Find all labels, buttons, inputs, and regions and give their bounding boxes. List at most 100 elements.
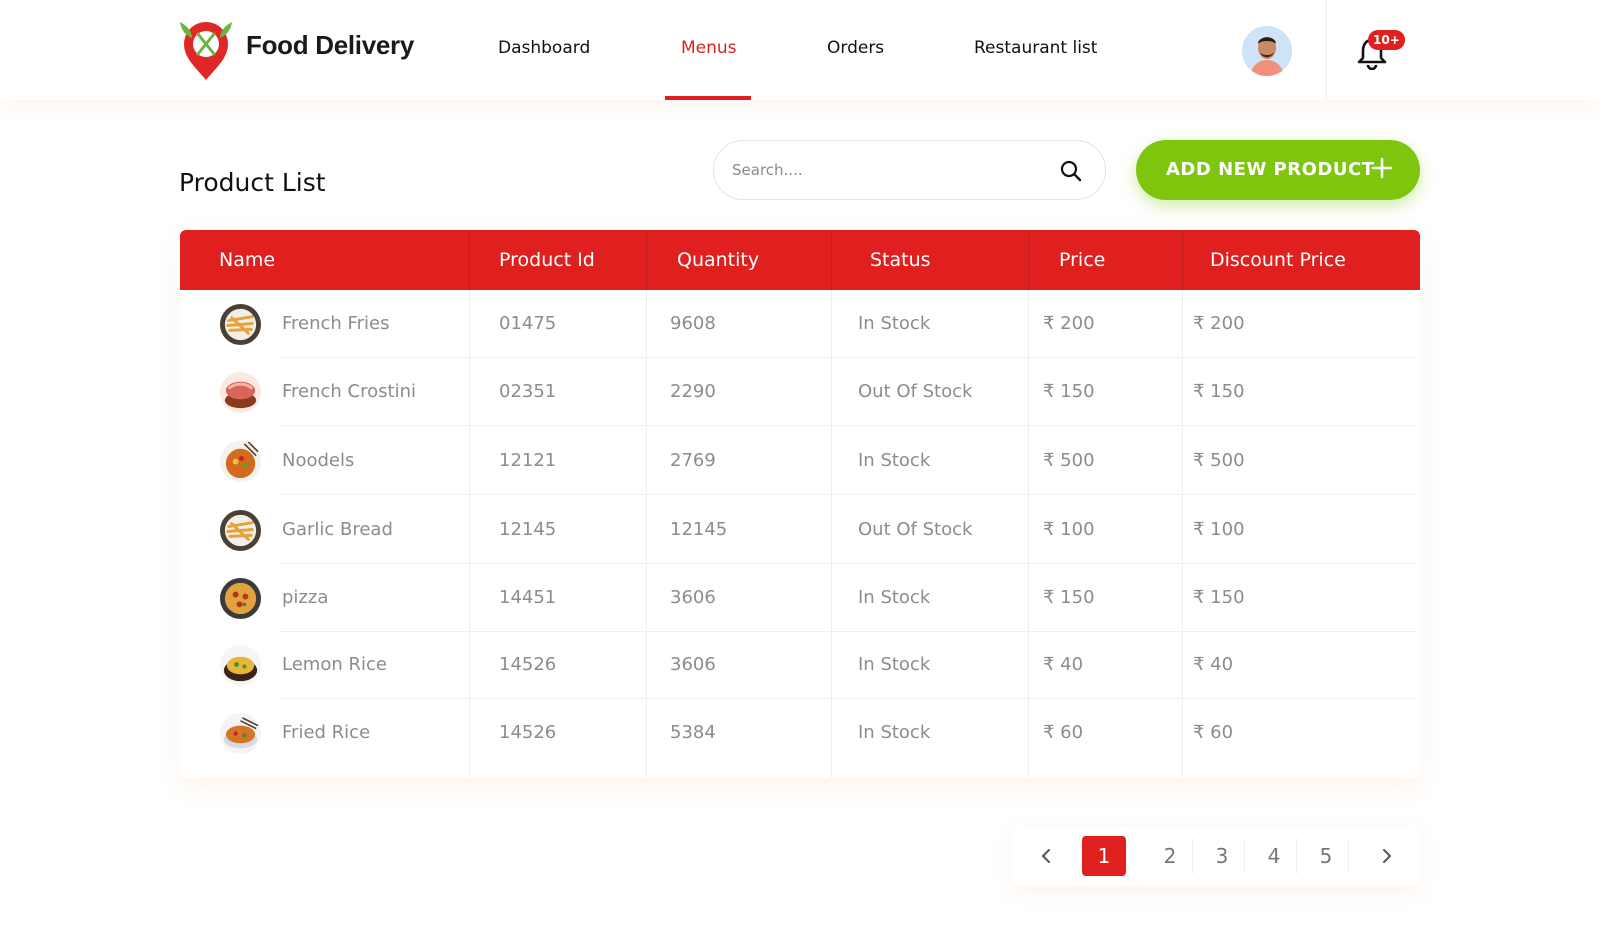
header-divider: [1182, 230, 1183, 290]
cell-status: Out Of Stock: [858, 519, 973, 540]
product-table: Name Product Id Quantity Status Price Di…: [180, 230, 1420, 778]
food-image-icon: [219, 577, 262, 620]
cell-discount-price: ₹ 150: [1193, 381, 1245, 402]
table-row[interactable]: French Crostini 02351 2290 Out Of Stock ₹ 15…: [180, 358, 1420, 426]
table-row[interactable]: Noodels 12121 2769 In Stock ₹ 500 ₹ 500: [180, 427, 1420, 495]
food-image-icon: [219, 371, 262, 414]
cell-quantity: 2769: [670, 450, 716, 471]
cell-product-id: 01475: [499, 313, 557, 334]
chevron-left-icon[interactable]: [1037, 846, 1057, 866]
cell-product-name: Fried Rice: [282, 722, 371, 743]
cell-price: ₹ 500: [1043, 450, 1095, 471]
brand-name: Food Delivery: [246, 30, 415, 60]
food-image-icon: [219, 440, 262, 483]
cell-discount-price: ₹ 150: [1193, 587, 1245, 608]
cell-product-id: 12121: [499, 450, 557, 471]
header-divider: [1028, 230, 1029, 290]
row-divider: [280, 494, 1416, 495]
cell-price: ₹ 100: [1043, 519, 1095, 540]
page-button-4[interactable]: 4: [1252, 836, 1296, 876]
header-divider: [831, 230, 832, 290]
column-header-product-id[interactable]: Product Id: [499, 230, 595, 290]
cell-product-name: Lemon Rice: [282, 654, 387, 675]
page-button-1[interactable]: 1: [1082, 836, 1126, 876]
page-button-3[interactable]: 3: [1200, 836, 1244, 876]
notification-badge: 10+: [1368, 30, 1405, 50]
product-thumbnail: [219, 644, 262, 687]
brand-logo-icon: [180, 22, 232, 80]
cell-discount-price: ₹ 500: [1193, 450, 1245, 471]
food-image-icon: [219, 303, 262, 346]
food-image-icon: [219, 644, 262, 687]
search-input[interactable]: [732, 155, 1032, 185]
cell-discount-price: ₹ 60: [1193, 722, 1234, 743]
header-divider: [1326, 0, 1327, 100]
cell-status: In Stock: [858, 722, 931, 743]
table-row[interactable]: Fried Rice 14526 5384 In Stock ₹ 60 ₹ 60: [180, 699, 1420, 767]
table-row[interactable]: French Fries 01475 9608 In Stock ₹ 200 ₹ 200: [180, 290, 1420, 358]
header-divider: [469, 230, 470, 290]
header-divider: [646, 230, 647, 290]
avatar-image: [1242, 26, 1292, 76]
food-image-icon: [219, 509, 262, 552]
cell-price: ₹ 150: [1043, 587, 1095, 608]
cell-product-name: French Crostini: [282, 381, 416, 402]
column-header-quantity[interactable]: Quantity: [677, 230, 759, 290]
cell-price: ₹ 40: [1043, 654, 1084, 675]
cell-price: ₹ 200: [1043, 313, 1095, 334]
product-thumbnail: [219, 577, 262, 620]
search-box: [713, 140, 1106, 200]
nav-restaurant-list[interactable]: Restaurant list: [974, 38, 1097, 58]
nav-menus[interactable]: Menus: [681, 38, 737, 58]
cell-price: ₹ 150: [1043, 381, 1095, 402]
nav-orders[interactable]: Orders: [827, 38, 884, 58]
product-thumbnail: [219, 371, 262, 414]
cell-quantity: 2290: [670, 381, 716, 402]
cell-quantity: 9608: [670, 313, 716, 334]
cell-quantity: 5384: [670, 722, 716, 743]
table-row[interactable]: Garlic Bread 12145 12145 Out Of Stock ₹ 100 ₹…: [180, 496, 1420, 564]
nav-dashboard[interactable]: Dashboard: [498, 38, 590, 58]
cell-quantity: 3606: [670, 587, 716, 608]
page-button-5[interactable]: 5: [1304, 836, 1348, 876]
cell-product-id: 02351: [499, 381, 557, 402]
cell-price: ₹ 60: [1043, 722, 1084, 743]
column-header-name[interactable]: Name: [219, 230, 275, 290]
page-button-2[interactable]: 2: [1148, 836, 1192, 876]
cell-product-id: 12145: [499, 519, 557, 540]
chevron-right-icon[interactable]: [1376, 846, 1396, 866]
cell-status: Out Of Stock: [858, 381, 973, 402]
cell-quantity: 12145: [670, 519, 728, 540]
user-avatar[interactable]: [1242, 26, 1292, 76]
search-icon[interactable]: [1059, 159, 1083, 183]
column-header-price[interactable]: Price: [1059, 230, 1105, 290]
add-new-product-label: ADD NEW PRODUCT: [1166, 159, 1375, 180]
product-thumbnail: [219, 712, 262, 755]
column-header-status[interactable]: Status: [870, 230, 931, 290]
pagination: 1 2 3 4 5: [1012, 826, 1420, 886]
row-divider: [280, 425, 1416, 426]
cell-product-name: Garlic Bread: [282, 519, 393, 540]
cell-discount-price: ₹ 200: [1193, 313, 1245, 334]
page-separator: [1348, 838, 1349, 874]
cell-discount-price: ₹ 100: [1193, 519, 1245, 540]
page-separator: [1244, 838, 1245, 874]
page-title: Product List: [179, 168, 326, 197]
cell-discount-price: ₹ 40: [1193, 654, 1234, 675]
cell-status: In Stock: [858, 587, 931, 608]
table-row[interactable]: Lemon Rice 14526 3606 In Stock ₹ 40 ₹ 40: [180, 631, 1420, 699]
column-header-discount-price[interactable]: Discount Price: [1210, 230, 1346, 290]
add-new-product-button[interactable]: ADD NEW PRODUCT: [1136, 140, 1420, 200]
active-nav-indicator: [665, 96, 751, 100]
cell-product-name: Noodels: [282, 450, 355, 471]
page-separator: [1296, 838, 1297, 874]
cell-product-id: 14451: [499, 587, 557, 608]
cell-product-id: 14526: [499, 722, 557, 743]
product-thumbnail: [219, 440, 262, 483]
cell-quantity: 3606: [670, 654, 716, 675]
table-row[interactable]: pizza 14451 3606 In Stock ₹ 150 ₹ 150: [180, 564, 1420, 632]
page-separator: [1192, 838, 1193, 874]
top-header: Food Delivery Dashboard Menus Orders Res…: [0, 0, 1600, 100]
cell-product-name: French Fries: [282, 313, 390, 334]
cell-product-name: pizza: [282, 587, 329, 608]
